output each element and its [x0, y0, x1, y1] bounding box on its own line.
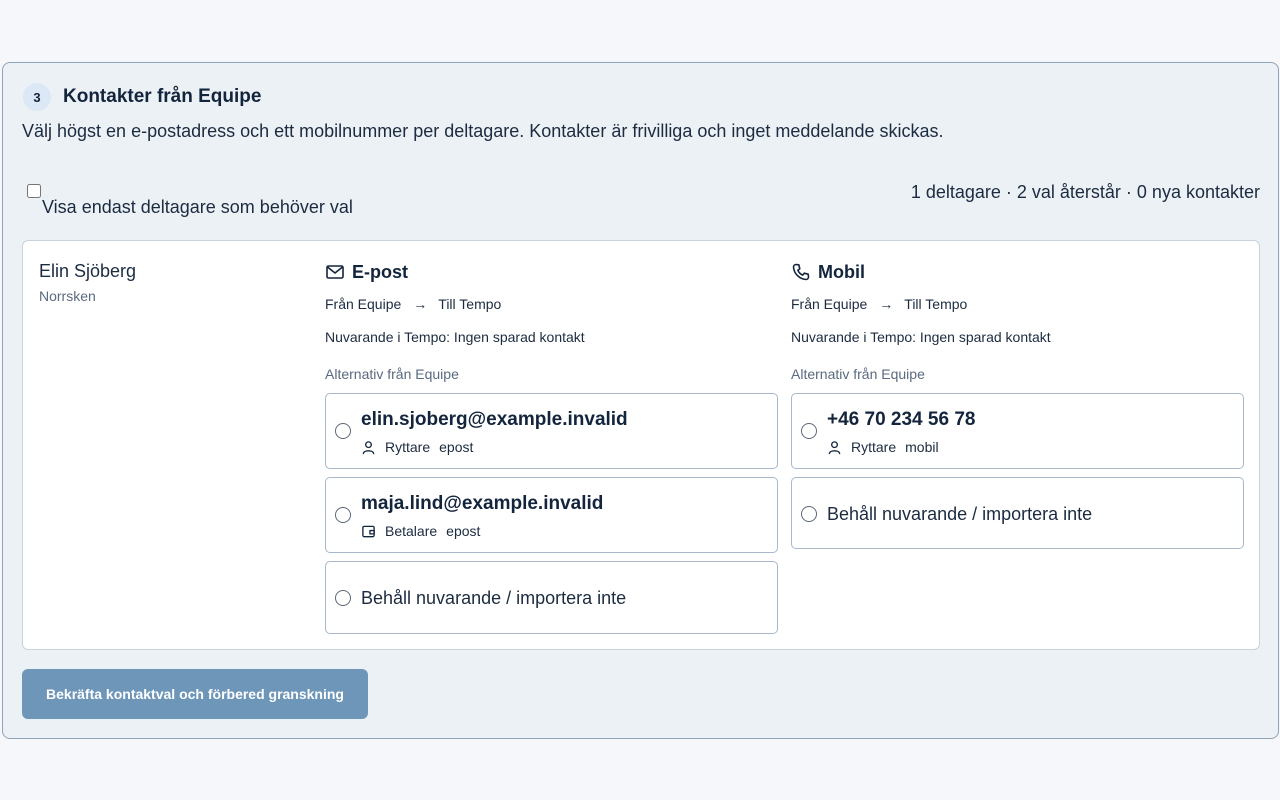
email-option-1[interactable]: elin.sjoberg@example.invalid Ryttare epo…: [325, 393, 778, 469]
email-option-keep[interactable]: Behåll nuvarande / importera inte: [325, 561, 778, 634]
mobile-current: Nuvarande i Tempo: Ingen sparad kontakt: [791, 329, 1051, 345]
mobile-option-1[interactable]: +46 70 234 56 78 Ryttare mobil: [791, 393, 1244, 469]
person-icon: [362, 440, 375, 454]
email-alternatives-label: Alternativ från Equipe: [325, 366, 459, 382]
radio-button[interactable]: [335, 423, 351, 439]
email-flow-from: Från Equipe: [325, 296, 402, 312]
email-option-value: elin.sjoberg@example.invalid: [361, 409, 628, 430]
email-option-type: epost: [446, 523, 481, 539]
mobile-column: Mobil Från Equipe → Till Tempo Nuvarande…: [791, 261, 1244, 549]
participant-name: Elin Sjöberg: [39, 261, 137, 281]
email-keep-label: Behåll nuvarande / importera inte: [361, 588, 627, 608]
email-option-meta: Ryttare epost: [361, 439, 473, 455]
filter-needs-choice-checkbox[interactable]: [27, 184, 41, 198]
phone-icon: [792, 263, 810, 281]
email-column: E-post Från Equipe → Till Tempo Nuvarand…: [325, 261, 778, 634]
mobile-option-value: +46 70 234 56 78: [827, 409, 976, 430]
person-icon: [828, 440, 841, 454]
radio-button[interactable]: [801, 506, 817, 522]
mobile-title: Mobil: [818, 261, 865, 282]
mobile-alternatives-label: Alternativ från Equipe: [791, 366, 925, 382]
email-option-type: epost: [439, 439, 474, 455]
filter-needs-choice-label[interactable]: Visa endast deltagare som behöver val: [42, 197, 353, 218]
arrow-right-icon: →: [879, 296, 894, 312]
mobile-option-role: Ryttare: [851, 439, 897, 455]
section-header: 3 Kontakter från Equipe: [23, 83, 261, 111]
email-option-2[interactable]: maja.lind@example.invalid Betalare epost: [325, 477, 778, 553]
step-badge: 3: [23, 83, 51, 111]
mail-icon: [326, 265, 344, 279]
mobile-flow-from: Från Equipe: [791, 296, 868, 312]
section-description: Välj högst en e-postadress och ett mobil…: [22, 121, 944, 141]
email-option-value: maja.lind@example.invalid: [361, 493, 604, 514]
confirm-contacts-button[interactable]: Bekräfta kontaktval och förbered granskn…: [22, 669, 368, 719]
email-option-role: Betalare: [385, 523, 438, 539]
mobile-keep-label: Behåll nuvarande / importera inte: [827, 504, 1093, 524]
email-current: Nuvarande i Tempo: Ingen sparad kontakt: [325, 329, 585, 345]
participant-team: Norrsken: [39, 288, 96, 304]
mobile-flow-to: Till Tempo: [904, 296, 968, 312]
mobile-option-meta: Ryttare mobil: [827, 439, 939, 455]
mobile-flow: Från Equipe → Till Tempo: [791, 295, 1244, 313]
contacts-section: 3 Kontakter från Equipe Välj högst en e-…: [2, 62, 1279, 739]
wallet-icon: [362, 525, 375, 537]
email-title: E-post: [352, 261, 408, 282]
mobile-option-type: mobil: [905, 439, 939, 455]
mobile-header: Mobil: [791, 261, 1244, 283]
radio-button[interactable]: [335, 507, 351, 523]
email-flow-to: Till Tempo: [438, 296, 502, 312]
email-option-role: Ryttare: [385, 439, 431, 455]
selection-summary: 1 deltagare · 2 val återstår · 0 nya kon…: [910, 182, 1260, 202]
radio-button[interactable]: [801, 423, 817, 439]
mobile-option-keep[interactable]: Behåll nuvarande / importera inte: [791, 477, 1244, 549]
radio-button[interactable]: [335, 590, 351, 606]
participant-card: Elin Sjöberg Norrsken E-post Från Equipe…: [22, 240, 1260, 650]
email-option-meta: Betalare epost: [361, 523, 480, 539]
section-title: Kontakter från Equipe: [63, 86, 262, 107]
arrow-right-icon: →: [413, 296, 428, 312]
email-flow: Från Equipe → Till Tempo: [325, 295, 778, 313]
email-header: E-post: [325, 261, 778, 283]
